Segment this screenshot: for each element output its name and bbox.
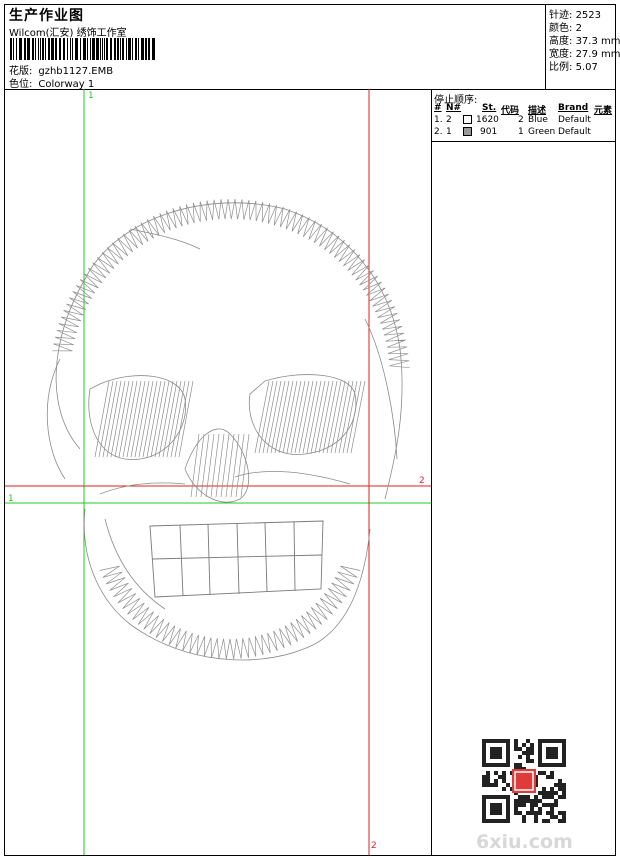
color-swatch: [463, 115, 472, 124]
row-num: 2.: [434, 127, 443, 137]
studio-name: Wilcom(汇安) 绣饰工作室: [9, 28, 127, 39]
table-row: 1. 2 1620 2 Blue Default: [432, 115, 615, 127]
row-desc: Green: [528, 127, 556, 137]
stat-ratio: 比例: 5.07: [549, 58, 598, 73]
row-needle: 1: [446, 127, 452, 137]
page-title: 生产作业图: [9, 8, 84, 24]
satin-stitches: [52, 198, 410, 660]
col-needle: N#: [446, 103, 462, 113]
green-guide-left-label: 1: [8, 494, 14, 504]
row-num: 1.: [434, 115, 443, 125]
barcode: [10, 38, 155, 60]
col-num: #: [434, 103, 442, 113]
red-guide-right-label: 2: [419, 476, 425, 486]
red-guide-bottom-label: 2: [371, 841, 377, 851]
color-swatch: [463, 127, 472, 136]
row-needle: 2: [446, 115, 452, 125]
design-canvas: 1 1 2 2: [5, 89, 432, 855]
col-stitches: St.: [482, 103, 497, 113]
row-code: 1: [518, 127, 524, 137]
stat-ratio-label: 比例:: [549, 62, 573, 73]
colorway-line: 色位: Colorway 1: [9, 75, 94, 90]
row-stitches: 1620: [476, 115, 499, 125]
col-brand: Brand: [558, 103, 589, 113]
row-desc: Blue: [528, 115, 548, 125]
stop-sequence-table: # N# St. 代码 描述 Brand 元素 1. 2 1620 2 Blue…: [432, 103, 615, 142]
header: 生产作业图 Wilcom(汇安) 绣饰工作室 花版: gzhb1127.EMB 色…: [5, 5, 620, 90]
qr-code: [482, 739, 566, 823]
colorway-label: 色位:: [9, 79, 33, 90]
stat-ratio-value: 5.07: [575, 62, 598, 73]
teeth-grid: [149, 520, 324, 598]
table-row: 2. 1 901 1 Green Default: [432, 127, 615, 139]
row-code: 2: [518, 115, 524, 125]
table-header: # N# St. 代码 描述 Brand 元素: [432, 103, 615, 116]
row-stitches: 901: [480, 127, 498, 137]
stats-panel: 针迹: 2523 颜色: 2 高度: 37.3 mm 宽度: 27.9 mm 比…: [545, 5, 620, 89]
header-info: 生产作业图 Wilcom(汇安) 绣饰工作室 花版: gzhb1127.EMB 色…: [7, 5, 543, 90]
row-brand: Default: [558, 127, 591, 137]
green-guide-top-label: 1: [88, 91, 94, 101]
watermark-logo: 6xiu.com: [476, 831, 573, 853]
stop-sequence-panel: 停止顺序: # N# St. 代码 描述 Brand 元素 1. 2 1620 …: [432, 89, 615, 855]
production-worksheet: 生产作业图 Wilcom(汇安) 绣饰工作室 花版: gzhb1127.EMB 色…: [4, 4, 620, 856]
skull-embroidery-preview: [5, 89, 431, 855]
row-brand: Default: [558, 115, 591, 125]
